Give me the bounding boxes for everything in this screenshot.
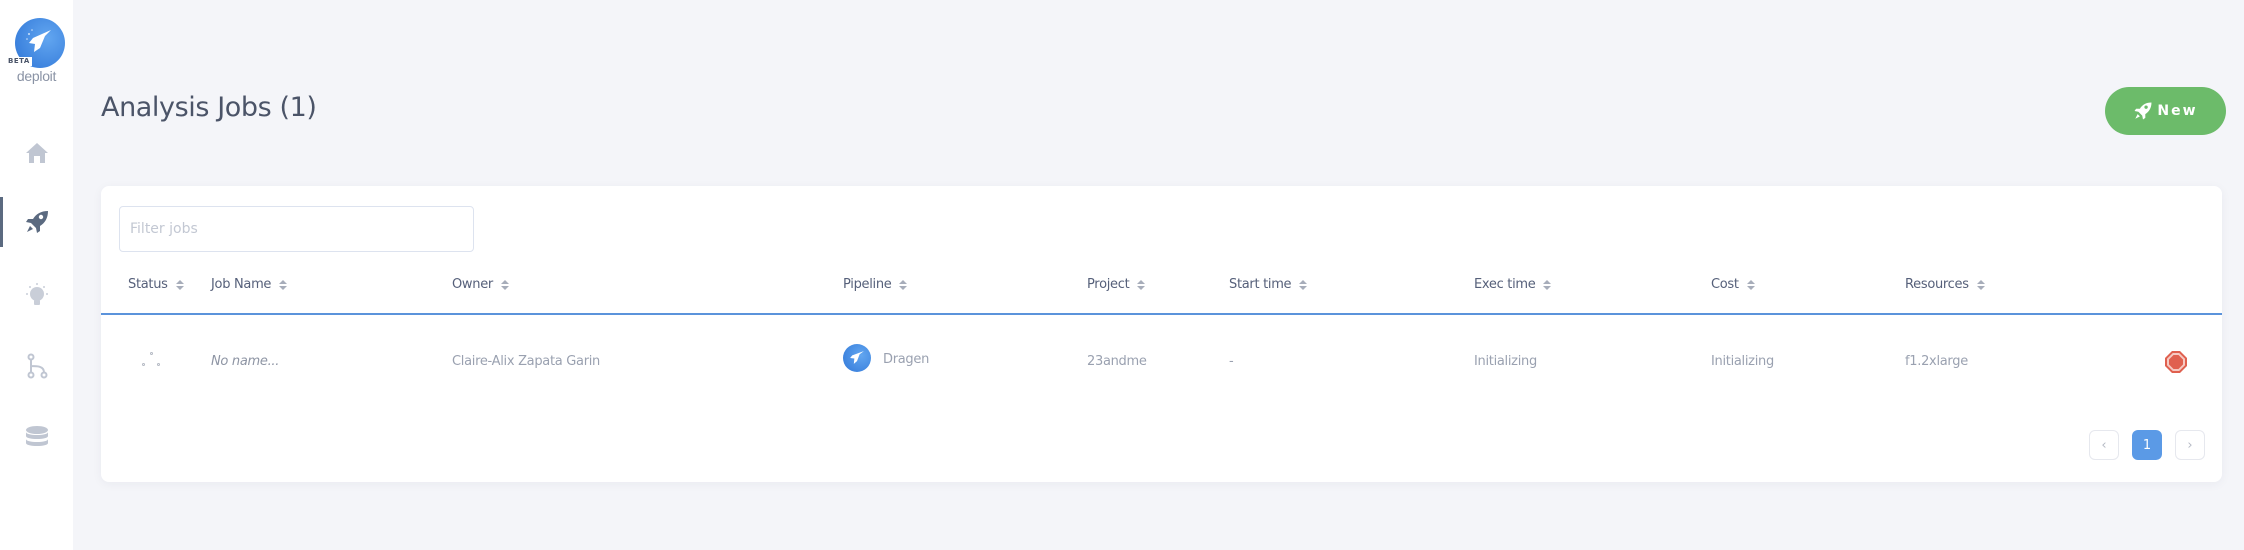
logo-text: deploit <box>16 68 57 84</box>
pagination-prev-button[interactable]: ‹ <box>2089 430 2119 460</box>
stop-job-button[interactable] <box>2164 350 2188 374</box>
jobs-card: Status Job Name Owner Pipeline Project S… <box>101 186 2222 482</box>
page-title: Analysis Jobs (1) <box>101 92 317 123</box>
lightbulb-icon <box>25 283 48 305</box>
header-divider <box>101 313 2222 315</box>
exec-time-cell: Initializing <box>1474 354 1537 369</box>
pipeline-logo-icon <box>843 344 871 372</box>
column-header-cost[interactable]: Cost <box>1711 277 1755 292</box>
branch-icon <box>27 353 47 379</box>
sort-icon <box>1543 279 1552 290</box>
sort-icon <box>175 279 184 290</box>
stop-icon <box>2165 351 2187 373</box>
column-header-start-time[interactable]: Start time <box>1229 277 1308 292</box>
sidebar: BETA deploit <box>0 0 73 550</box>
start-time-cell: - <box>1229 354 1234 369</box>
app-logo[interactable]: BETA deploit <box>0 0 73 100</box>
sidebar-item-ideas[interactable] <box>0 271 73 321</box>
column-header-status[interactable]: Status <box>128 277 184 292</box>
resources-cell: f1.2xlarge <box>1905 354 1968 369</box>
column-label: Project <box>1087 277 1130 292</box>
column-label: Resources <box>1905 277 1969 292</box>
pipeline-cell[interactable]: Dragen <box>883 352 929 367</box>
pagination-page-1[interactable]: 1 <box>2132 430 2162 460</box>
sort-icon <box>1746 279 1755 290</box>
sidebar-item-home[interactable] <box>0 128 73 178</box>
pagination-next-button[interactable]: › <box>2175 430 2205 460</box>
sidebar-item-pipelines[interactable] <box>0 341 73 391</box>
beta-badge: BETA <box>6 57 32 66</box>
rocket-icon <box>25 211 48 233</box>
job-name-cell[interactable]: No name... <box>211 354 279 369</box>
project-cell: 23andme <box>1087 354 1147 369</box>
spinner-icon <box>137 348 167 378</box>
column-label: Job Name <box>211 277 272 292</box>
filter-jobs-input[interactable] <box>119 206 474 252</box>
new-button-label: New <box>2157 103 2198 119</box>
column-header-project[interactable]: Project <box>1087 277 1146 292</box>
sidebar-item-data[interactable] <box>0 412 73 462</box>
column-header-resources[interactable]: Resources <box>1905 277 1985 292</box>
sort-icon <box>1137 279 1146 290</box>
sort-icon <box>899 279 908 290</box>
new-job-button[interactable]: New <box>2105 87 2226 135</box>
rocket-icon <box>2134 102 2152 120</box>
sort-icon <box>1976 279 1985 290</box>
column-header-owner[interactable]: Owner <box>452 277 509 292</box>
column-header-job-name[interactable]: Job Name <box>211 277 288 292</box>
sort-icon <box>500 279 509 290</box>
sort-icon <box>279 279 288 290</box>
owner-cell: Claire-Alix Zapata Garin <box>452 354 600 369</box>
database-icon <box>25 426 48 446</box>
column-label: Exec time <box>1474 277 1536 292</box>
column-header-exec-time[interactable]: Exec time <box>1474 277 1552 292</box>
column-header-pipeline[interactable]: Pipeline <box>843 277 908 292</box>
column-label: Status <box>128 277 168 292</box>
column-label: Owner <box>452 277 493 292</box>
column-label: Start time <box>1229 277 1292 292</box>
home-icon <box>25 143 48 163</box>
cost-cell: Initializing <box>1711 354 1774 369</box>
sort-icon <box>1299 279 1308 290</box>
sidebar-item-jobs[interactable] <box>0 197 73 247</box>
column-label: Pipeline <box>843 277 892 292</box>
column-label: Cost <box>1711 277 1739 292</box>
